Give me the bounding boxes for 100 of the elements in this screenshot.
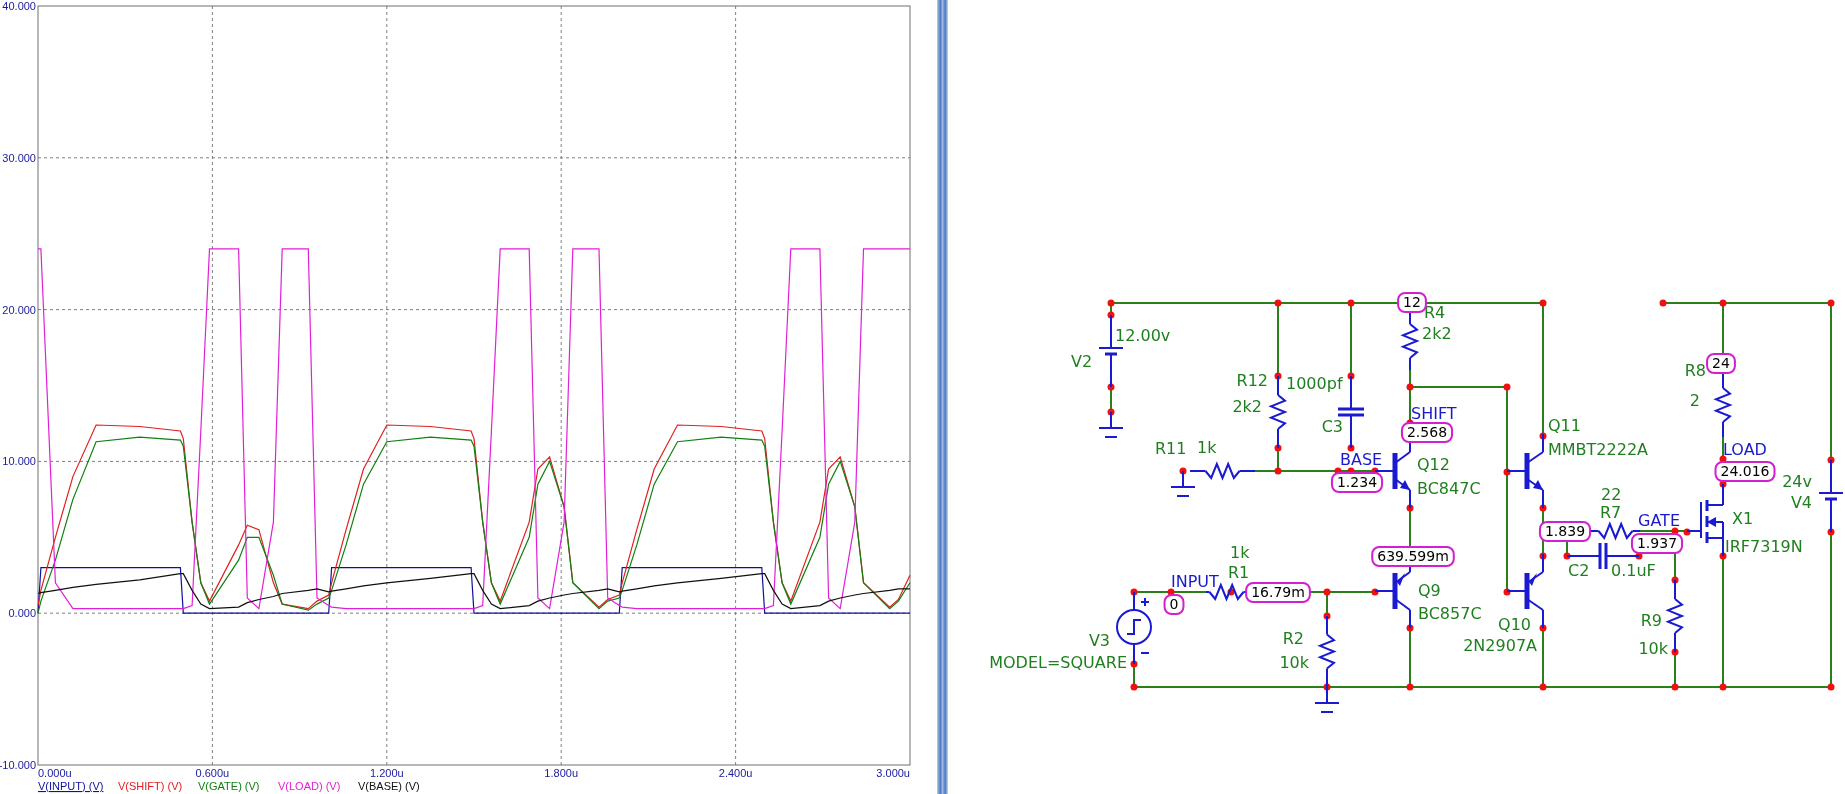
part-value: 22 [1601,485,1622,504]
part-reference: Q10 [1498,615,1531,634]
junction-dot [1719,299,1727,307]
part-value: MODEL=SQUARE [989,653,1127,672]
junction-dot [1274,299,1282,307]
part-reference: V4 [1790,493,1812,512]
part-value: 2N2907A [1463,636,1537,655]
axis-tick-label: 0.000 [8,607,36,620]
part-value: MMBT2222A [1548,440,1649,459]
junction-dot [1179,467,1187,475]
junction-dot [1503,383,1511,391]
part-reference: X1 [1732,509,1754,528]
part-reference: R2 [1282,629,1304,648]
junction-dot [1274,467,1282,475]
junction-dot [1274,372,1282,380]
junction-dot [1107,299,1115,307]
axis-tick-label: 30.000 [2,151,36,164]
legend-label[interactable]: V(INPUT) (V) [38,780,104,792]
part-value: 0.1uF [1611,561,1656,580]
axis-tick-label: 10.000 [2,455,36,468]
part-value: 1000pf [1286,374,1343,393]
voltage-reading: 24.016 [1714,461,1776,482]
axis-tick-label: -10.000 [0,759,36,771]
junction-dot [1406,504,1414,512]
axis-tick-label: 1.200u [369,767,404,779]
net-label: GATE [1638,511,1680,530]
pane-splitter[interactable] [937,0,948,794]
junction-dot [1130,588,1138,596]
ground-icon [1098,411,1124,438]
junction-dot [1563,552,1571,560]
part-value: 2k2 [1422,324,1452,343]
axis-tick-label: 2.400u [718,767,753,779]
part-reference: Q12 [1417,455,1450,474]
part-value: 1k [1230,543,1250,562]
resistor-symbol [1400,311,1420,371]
junction-dot [1539,624,1547,632]
junction-dot [1539,683,1547,691]
junction-dot [1323,683,1331,691]
voltage-reading: 0 [1163,594,1185,615]
junction-dot [1659,299,1667,307]
junction-dot [1347,372,1355,380]
part-value: 10k [1638,639,1668,658]
junction-dot [1406,624,1414,632]
part-reference: R1 [1228,563,1250,582]
net-label: SHIFT [1411,404,1457,423]
part-value: 24v [1782,472,1812,491]
part-value: BC857C [1418,604,1482,623]
junction-dot [1539,432,1547,440]
junction-dot [1274,444,1282,452]
net-label: INPUT [1171,572,1219,591]
junction-dot [1719,552,1727,560]
junction-dot [1539,552,1547,560]
junction-dot [1323,588,1331,596]
voltage-reading: 1.839 [1538,521,1592,542]
junction-dot [1827,528,1835,536]
part-reference: Q11 [1548,416,1581,435]
junction-dot [1130,683,1138,691]
part-reference: C2 [1568,561,1590,580]
part-value: 2k2 [1232,397,1262,416]
voltage-reading: 2.568 [1400,422,1454,443]
junction-dot [1671,683,1679,691]
net-label: LOAD [1723,440,1767,459]
resistor-symbol [1189,461,1256,481]
voltage-reading: 24 [1706,353,1736,374]
part-value: 10k [1279,653,1309,672]
part-reference: R12 [1236,371,1268,390]
voltage-reading: 1.234 [1330,472,1384,493]
junction-dot [1827,299,1835,307]
legend-label[interactable]: V(SHIFT) (V) [118,780,183,792]
axis-tick-label: 0.000u [38,767,72,779]
junction-dot [1503,468,1511,476]
resistor-symbol [1713,372,1733,438]
part-value: 1k [1197,438,1217,457]
ground-icon [1314,686,1340,713]
junction-dot [1539,299,1547,307]
part-reference: R4 [1424,303,1446,322]
junction-dot [1227,588,1235,596]
net-label: BASE [1340,450,1383,469]
junction-dot [1671,648,1679,656]
legend-label[interactable]: V(BASE) (V) [358,780,420,792]
junction-dot [1323,612,1331,620]
legend-label[interactable]: V(GATE) (V) [198,780,260,792]
junction-dot [1671,576,1679,584]
part-reference: V3 [1088,631,1110,650]
junction-dot [1107,383,1115,391]
axis-tick-label: 3.000u [876,767,910,779]
legend-label[interactable]: V(LOAD) (V) [278,780,341,792]
part-reference: V2 [1071,352,1093,371]
part-value: BC847C [1417,479,1481,498]
axis-tick-label: 0.600u [195,767,230,779]
junction-dot [1683,528,1691,536]
part-reference: R8 [1684,361,1706,380]
junction-dot [1539,504,1547,512]
part-reference: R7 [1600,503,1622,522]
axis-tick-label: 40.000 [2,0,36,12]
part-reference: R11 [1155,439,1187,458]
part-reference: C3 [1321,417,1343,436]
junction-dot [1406,683,1414,691]
axis-tick-label: 20.000 [2,303,36,316]
junction-dot [1130,660,1138,668]
